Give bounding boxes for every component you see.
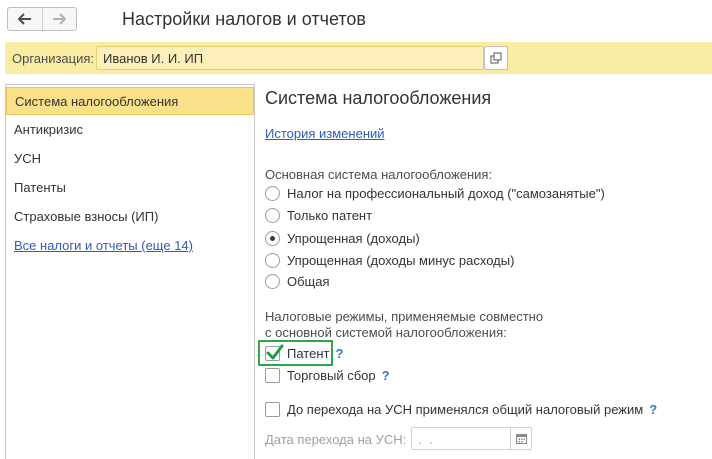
radio-button[interactable] — [265, 273, 280, 289]
patent-label: Патент — [287, 345, 330, 361]
checkbox-row-patent[interactable]: Патент ? — [265, 344, 343, 362]
checkbox-row-prior-general[interactable]: До перехода на УСН применялся общий нало… — [265, 400, 657, 418]
combined-regimes-label: Налоговые режимы, применяемые совместно — [265, 309, 544, 324]
radio-button[interactable] — [265, 252, 280, 268]
transition-date-label: Дата перехода на УСН: — [265, 432, 407, 447]
title-bar: Настройки налогов и отчетов — [0, 0, 712, 40]
radio-general[interactable]: Общая — [265, 272, 330, 290]
patent-checkbox[interactable] — [265, 344, 284, 361]
sidebar-item-tax-system[interactable]: Система налогообложения — [6, 87, 254, 115]
section-title: Система налогообложения — [265, 88, 492, 108]
organization-open-button[interactable] — [484, 46, 508, 70]
trade-fee-checkbox[interactable] — [265, 367, 280, 383]
combined-regimes-label-2: с основной системой налогообложения: — [265, 325, 507, 340]
radio-button[interactable] — [265, 185, 280, 201]
transition-date-input[interactable]: . . — [411, 427, 510, 450]
sidebar-item-usn[interactable]: УСН — [6, 145, 254, 173]
radio-label: Общая — [287, 273, 330, 289]
arrow-right-icon — [53, 13, 67, 25]
prior-general-help-icon[interactable]: ? — [649, 402, 657, 417]
radio-self-employed[interactable]: Налог на профессиональный доход ("самоза… — [265, 184, 605, 202]
prior-general-label: До перехода на УСН применялся общий нало… — [287, 401, 644, 417]
organization-field[interactable]: Иванов И. И. ИП — [96, 46, 484, 70]
sidebar-item-patents[interactable]: Патенты — [6, 174, 254, 202]
forward-button[interactable] — [41, 8, 76, 30]
radio-patent-only[interactable]: Только патент — [265, 206, 372, 224]
window-title: Настройки налогов и отчетов — [122, 9, 366, 29]
organization-bar: Организация: Иванов И. И. ИП — [5, 42, 712, 74]
sidebar: Система налогообложения Антикризис УСН П… — [5, 84, 255, 459]
radio-label: Упрощенная (доходы) — [287, 230, 420, 246]
radio-usn-income[interactable]: Упрощенная (доходы) — [265, 229, 420, 247]
prior-general-checkbox[interactable] — [265, 401, 280, 417]
tax-system-label: Основная система налогообложения: — [265, 167, 493, 182]
calendar-icon — [515, 434, 527, 444]
checkmark-icon — [266, 344, 284, 359]
radio-button[interactable] — [265, 207, 280, 223]
radio-label: Налог на профессиональный доход ("самоза… — [287, 185, 605, 201]
checkbox-row-trade-fee[interactable]: Торговый сбор ? — [265, 366, 390, 384]
trade-fee-label: Торговый сбор — [287, 367, 376, 383]
navigation-buttons — [7, 7, 77, 31]
sidebar-link-all-taxes[interactable]: Все налоги и отчеты (еще 14) — [6, 232, 254, 260]
radio-button-selected[interactable] — [265, 230, 280, 246]
radio-usn-income-minus-expenses[interactable]: Упрощенная (доходы минус расходы) — [265, 251, 514, 269]
open-form-icon — [490, 52, 502, 64]
back-button[interactable] — [8, 8, 42, 30]
sidebar-item-anticrisis[interactable]: Антикризис — [6, 116, 254, 144]
arrow-left-icon — [17, 13, 31, 25]
sidebar-item-insurance[interactable]: Страховые взносы (ИП) — [6, 203, 254, 231]
history-link[interactable]: История изменений — [265, 126, 385, 141]
calendar-button[interactable] — [510, 427, 532, 450]
radio-label: Только патент — [287, 207, 373, 223]
patent-help-icon[interactable]: ? — [335, 346, 343, 361]
trade-fee-help-icon[interactable]: ? — [382, 368, 390, 383]
radio-label: Упрощенная (доходы минус расходы) — [287, 252, 515, 268]
organization-label: Организация: — [12, 51, 95, 66]
